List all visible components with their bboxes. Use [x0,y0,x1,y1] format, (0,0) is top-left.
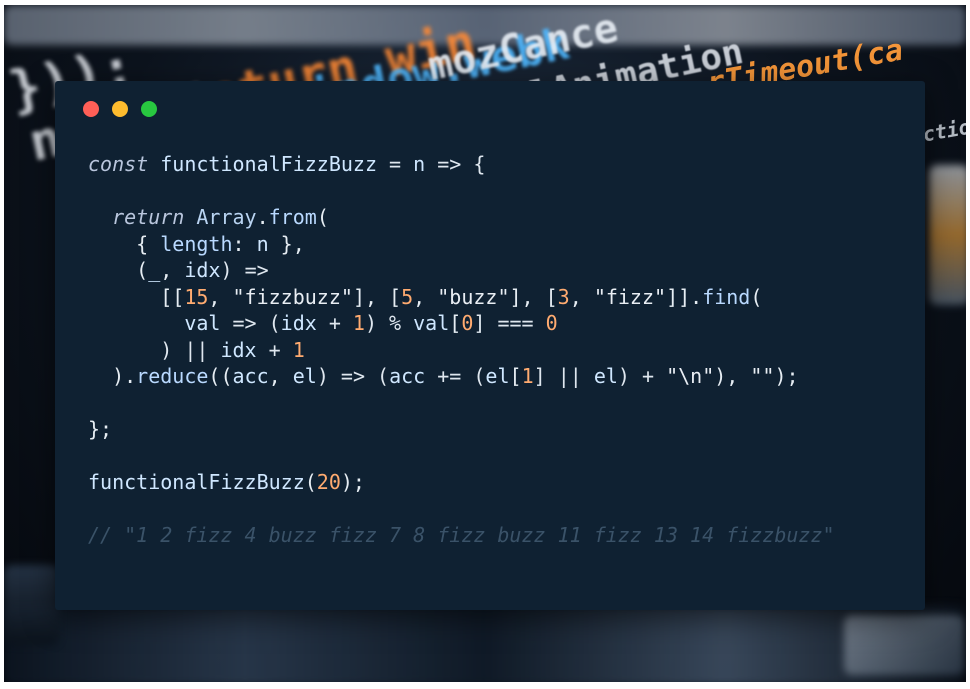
code-token: : [232,231,257,256]
code-token: // "1 2 fizz 4 buzz fizz 7 8 fizz buzz 1… [88,523,835,547]
code-token: el [593,364,618,388]
code-token: "fizz" [593,284,667,309]
code-line: { length: n }, [88,231,835,258]
code-token: 15 [184,284,209,309]
code-token: ) % [364,311,414,335]
code-token: ) || [88,337,221,362]
code-token: n [413,152,426,176]
code-token: ( [304,470,317,494]
code-token: , [413,284,438,309]
code-token: , [569,284,594,309]
code-token: functionalFizzBuzz [88,470,305,494]
code-token: ); [340,470,365,494]
code-token: Array [196,205,257,229]
code-token: = [377,152,414,176]
code-line: const functionalFizzBuzz = n => { [88,151,835,178]
code-token: reduce [136,364,209,388]
code-token: ], [ [352,284,402,309]
code-line: ).reduce((acc, el) => (acc += (el[1] || … [88,363,835,390]
code-token: val [184,311,221,335]
code-token: acc [232,364,269,388]
code-token: el [292,364,317,388]
code-token: length [160,231,233,256]
code-token: 0 [545,311,558,335]
code-token: "fizzbuzz" [232,284,353,309]
code-line: val => (idx + 1) % val[0] === 0 [88,310,835,337]
code-token: += ( [425,364,486,388]
code-token: "\n" [666,364,715,388]
code-token: idx [280,311,317,335]
code-token: + [316,311,353,335]
code-token: 1 [352,311,365,335]
code-token: ) => [220,258,269,282]
code-token: ( [750,284,763,309]
code-line: (_, idx) => [88,257,835,284]
code-token: val [413,311,450,335]
code-token: return [112,205,185,229]
code-token: , [268,364,293,388]
code-line: // "1 2 fizz 4 buzz fizz 7 8 fizz buzz 1… [88,522,835,549]
code-token: ]]. [666,284,703,309]
maximize-dot-icon [141,101,157,117]
code-token: => { [425,152,486,176]
code-block: const functionalFizzBuzz = n => { return… [88,151,835,549]
code-token: 5 [401,284,414,309]
code-token: ) + [617,364,667,388]
code-token: , [208,284,233,309]
code-token: }; [88,417,113,441]
code-token: ) => ( [316,364,390,388]
code-line: functionalFizzBuzz(20); [88,469,835,496]
code-token: . [256,205,269,229]
code-token: (( [208,364,233,388]
code-token: acc [389,364,426,388]
code-token: 20 [316,470,341,494]
code-token: 1 [292,337,305,362]
code-token: find [702,284,751,309]
code-line: [[15, "fizzbuzz"], [5, "buzz"], [3, "fiz… [88,284,835,311]
code-line: }; [88,416,835,443]
code-token: [ [509,364,522,388]
close-dot-icon [83,101,99,117]
code-token: ). [88,364,137,388]
code-token: functionalFizzBuzz [160,152,378,176]
code-token: { [88,231,161,256]
code-token: => ( [220,311,281,335]
code-line: ) || idx + 1 [88,337,835,364]
code-line: return Array.from( [88,204,835,231]
code-token: ], [ [509,284,558,309]
code-token: "" [750,364,775,388]
code-token: 3 [557,284,570,309]
code-token: idx [220,337,257,362]
code-token: ( [316,205,329,229]
code-token: ); [774,364,799,388]
code-token: + [256,337,293,362]
code-token: n [256,231,269,256]
code-token: [ [449,311,462,335]
code-token: "buzz" [437,284,510,309]
code-token: _ [148,258,161,282]
code-token: [[ [88,284,185,309]
minimize-dot-icon [112,101,128,117]
code-token: 0 [461,311,474,335]
code-token: el [485,364,510,388]
code-token: ( [88,258,149,282]
code-token: , [160,258,185,282]
code-token: 1 [521,364,534,388]
code-token: ] === [473,311,546,335]
code-token: idx [184,258,221,282]
code-token: ] || [533,364,594,388]
code-token: }, [268,231,305,256]
code-token: ), [714,364,751,388]
code-window: const functionalFizzBuzz = n => { return… [55,81,925,610]
code-token: from [268,205,317,229]
code-token: const [88,152,149,176]
